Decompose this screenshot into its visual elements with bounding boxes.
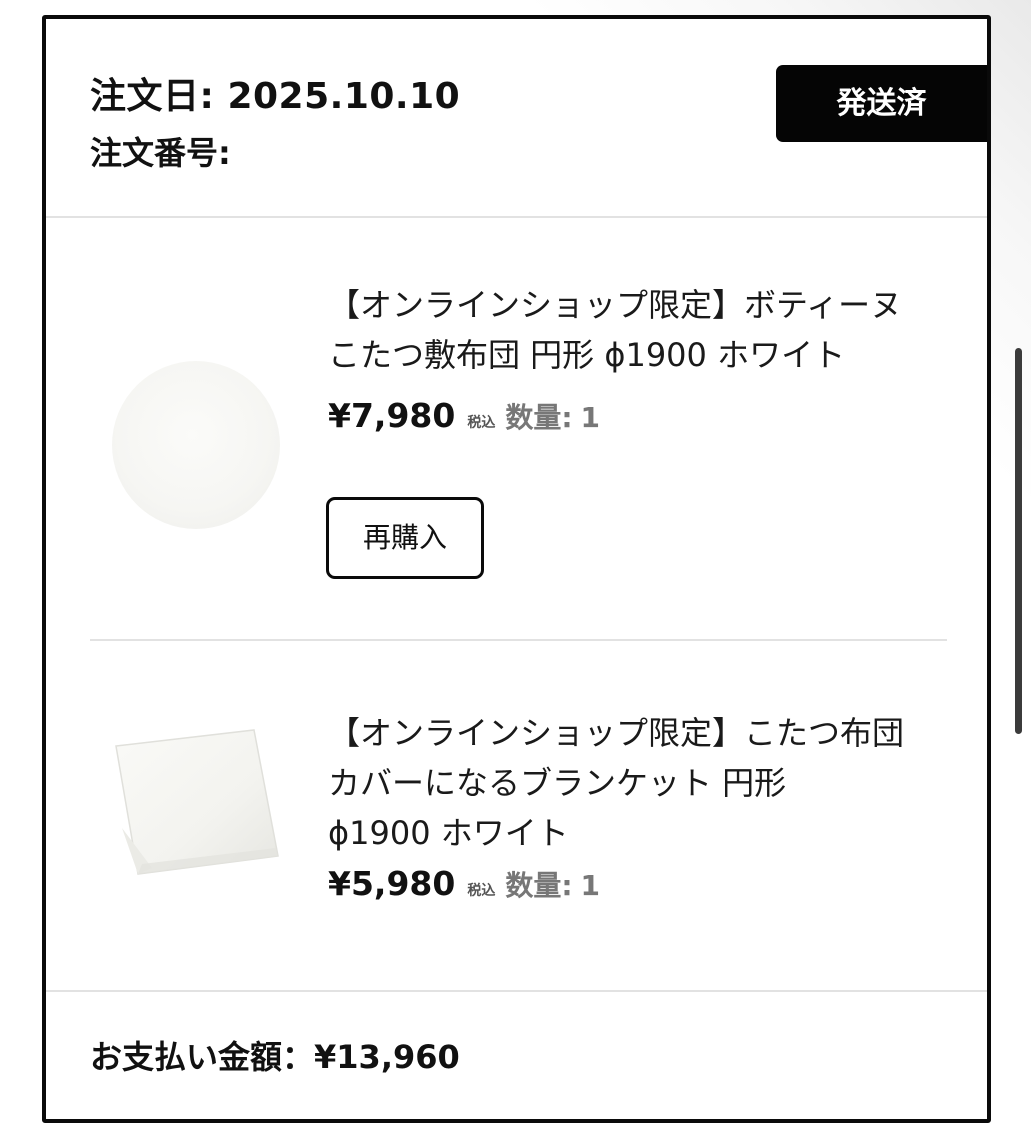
item-name-line: ϕ1900 ホワイト: [328, 814, 569, 852]
item-name-line: こたつ敷布団 円形 ϕ1900 ホワイト: [328, 336, 846, 374]
item-name[interactable]: 【オンラインショップ限定】ボティーヌ こたつ敷布団 円形 ϕ1900 ホワイト: [328, 280, 902, 380]
folded-white-blanket-image[interactable]: [108, 718, 288, 888]
order-number-label: 注文番号:: [90, 134, 231, 172]
round-white-rug-image[interactable]: [112, 361, 280, 529]
item-divider: [90, 639, 947, 641]
tax-label: 税込: [467, 415, 496, 431]
order-item[interactable]: 【オンラインショップ限定】こたつ布団 カバーになるブランケット 円形 ϕ1900…: [46, 642, 987, 990]
item-name-line: 【オンラインショップ限定】ボティーヌ: [328, 286, 903, 324]
order-date-value: 2025.10.10: [227, 76, 461, 117]
status-badge: 発送済: [776, 65, 987, 142]
quantity-label: 数量:: [505, 869, 573, 902]
item-price: ¥7,980: [328, 396, 456, 435]
rebuy-button[interactable]: 再購入: [326, 497, 484, 579]
quantity-value: 1: [580, 869, 601, 902]
price-line: ¥5,980 税込 数量: 1: [328, 864, 600, 910]
order-item[interactable]: 【オンラインショップ限定】ボティーヌ こたつ敷布団 円形 ϕ1900 ホワイト …: [46, 218, 987, 642]
item-name-line: カバーになるブランケット 円形: [328, 764, 787, 802]
total-line: お支払い金額：¥13,960: [90, 1032, 460, 1078]
order-date-label: 注文日:: [90, 76, 215, 117]
item-price: ¥5,980: [328, 864, 456, 903]
total-value: ¥13,960: [314, 1038, 460, 1076]
item-name-line: 【オンラインショップ限定】こたつ布団: [328, 714, 905, 752]
order-date: 注文日: 2025.10.10: [90, 75, 460, 119]
price-line: ¥7,980 税込 数量: 1: [328, 396, 600, 442]
tax-label: 税込: [467, 883, 496, 899]
payment-total: お支払い金額：¥13,960: [46, 990, 987, 1122]
item-name[interactable]: 【オンラインショップ限定】こたつ布団 カバーになるブランケット 円形 ϕ1900…: [328, 708, 904, 858]
quantity-label: 数量:: [505, 401, 573, 434]
scrollbar-thumb[interactable]: [1015, 348, 1022, 734]
order-number: 注文番号:: [90, 131, 231, 175]
order-header: 注文日: 2025.10.10 注文番号: 発送済: [46, 19, 987, 218]
order-card: 注文日: 2025.10.10 注文番号: 発送済 【オンラインショップ限定】ボ…: [42, 15, 991, 1123]
total-label: お支払い金額：: [90, 1038, 315, 1076]
quantity-value: 1: [580, 401, 601, 434]
